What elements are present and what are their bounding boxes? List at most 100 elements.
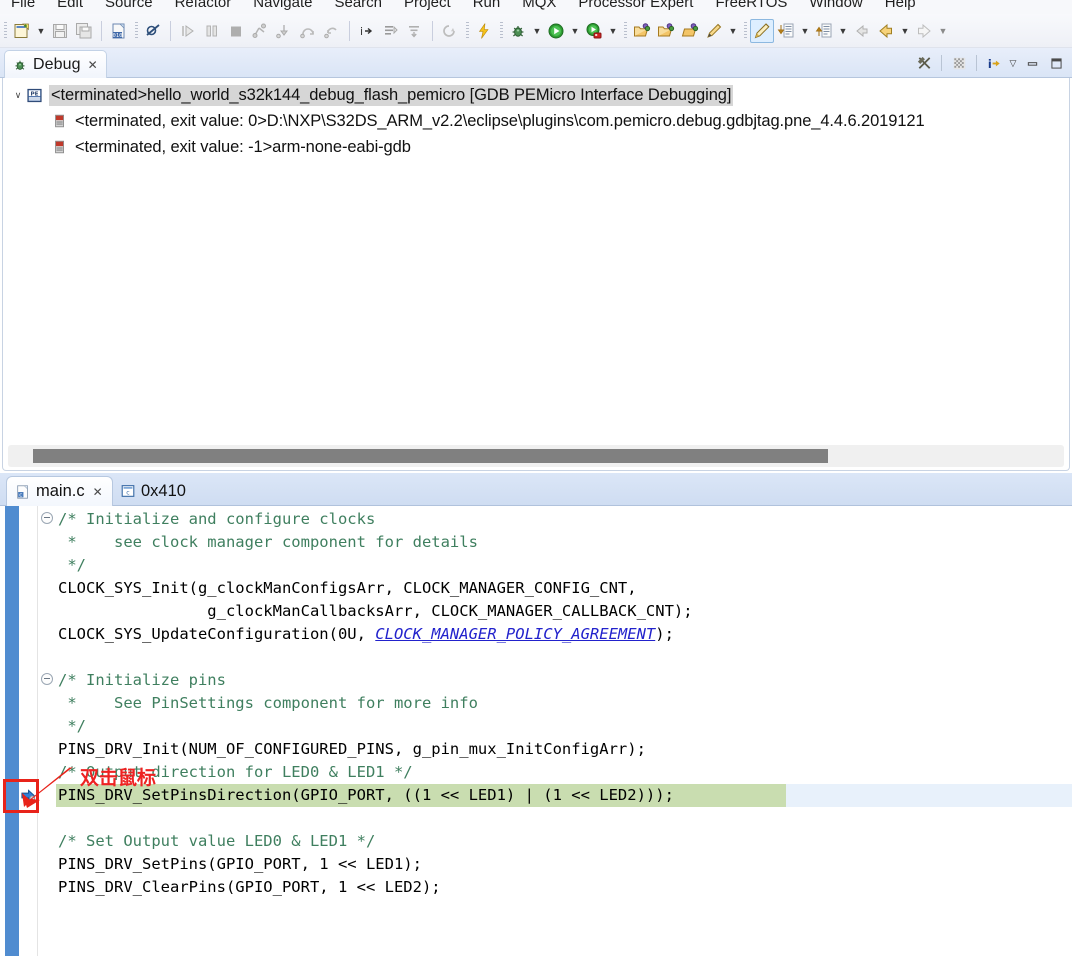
external-tools-dropdown-arrow[interactable]: ▼ <box>606 19 620 43</box>
svg-text:i: i <box>987 56 991 70</box>
close-icon[interactable]: ✕ <box>93 486 103 498</box>
menu-item-edit[interactable]: Edit <box>46 0 94 14</box>
editor-tab-label: main.c <box>36 482 85 500</box>
toolbar-separator <box>170 20 171 41</box>
editor-tabbar: c main.c ✕ c 0x410 <box>0 473 1072 506</box>
open-folder2-icon[interactable] <box>654 19 678 43</box>
skip-breakpoints-icon[interactable] <box>141 19 165 43</box>
source-code-text[interactable]: /* Initialize and configure clocks * see… <box>0 506 1072 956</box>
code-token: PINS_DRV_ClearPins(GPIO_PORT, 1 << LED2)… <box>58 878 441 896</box>
new-file-icon[interactable] <box>10 19 34 43</box>
toolbar-grip[interactable] <box>4 21 7 40</box>
pencil-dropdown-arrow[interactable]: ▼ <box>726 19 740 43</box>
back-grey-icon <box>850 19 874 43</box>
tree-row[interactable]: ∨ PE <terminated>hello_world_s32k144_deb… <box>0 82 1072 108</box>
open-folder3-icon[interactable] <box>678 19 702 43</box>
pemicro-launch-icon: PE <box>26 87 44 104</box>
tree-row-label: <terminated>hello_world_s32k144_debug_fl… <box>49 84 734 106</box>
back-dropdown-arrow[interactable]: ▼ <box>898 19 912 43</box>
code-editor[interactable]: /* Initialize and configure clocks * see… <box>0 506 1072 956</box>
debug-horizontal-scrollbar[interactable] <box>8 445 1064 467</box>
menu-item-navigate[interactable]: Navigate <box>242 0 323 14</box>
menu-bar: File Edit Source Refactor Navigate Searc… <box>0 0 1072 14</box>
open-folder-icon[interactable] <box>630 19 654 43</box>
code-line: CLOCK_SYS_UpdateConfiguration(0U, CLOCK_… <box>58 623 674 646</box>
tree-row[interactable]: <terminated, exit value: -1>arm-none-eab… <box>0 134 1072 160</box>
highlight-pencil-icon[interactable] <box>750 18 774 43</box>
maximize-icon[interactable] <box>1044 51 1068 75</box>
code-line: PINS_DRV_ClearPins(GPIO_PORT, 1 << LED2)… <box>58 876 441 899</box>
back-icon[interactable] <box>874 19 898 43</box>
toolbar-grip[interactable] <box>624 21 627 40</box>
toolbar-grip[interactable] <box>744 21 747 40</box>
debug-icon[interactable] <box>506 19 530 43</box>
toolbar-grip[interactable] <box>135 21 138 40</box>
run-fast-icon[interactable] <box>472 19 496 43</box>
new-dropdown-arrow[interactable]: ▼ <box>34 19 48 43</box>
build-icon[interactable]: 010 <box>107 19 131 43</box>
menu-item-mqx[interactable]: MQX <box>511 0 567 14</box>
view-menu-info-icon[interactable]: i <box>982 51 1006 75</box>
tab-disassembly-0x410[interactable]: c 0x410 <box>112 476 195 506</box>
debug-view: Debug ✕ i ▽ ∨ PE <terminated>hello_world… <box>0 48 1072 473</box>
save-icon <box>48 19 72 43</box>
step-return-icon <box>320 19 344 43</box>
toolbar-grip[interactable] <box>466 21 469 40</box>
menu-item-project[interactable]: Project <box>393 0 462 14</box>
refresh-icon <box>438 19 462 43</box>
menu-item-file[interactable]: File <box>0 0 46 14</box>
debug-dropdown-arrow[interactable]: ▼ <box>530 19 544 43</box>
code-token: ); <box>655 625 674 643</box>
remove-all-terminated-icon[interactable] <box>912 51 936 75</box>
code-token: * see clock manager component for detail… <box>58 533 478 551</box>
code-line: /* Initialize pins <box>58 669 226 692</box>
minimize-icon[interactable] <box>1020 51 1044 75</box>
menu-item-run[interactable]: Run <box>462 0 512 14</box>
previous-annotation-dropdown-arrow[interactable]: ▼ <box>836 19 850 43</box>
code-token: CLOCK_SYS_Init(g_clockManConfigsArr, CLO… <box>58 579 637 597</box>
editor-area: c main.c ✕ c 0x410 /* Initialize and con… <box>0 473 1072 956</box>
tab-label: Debug <box>33 55 81 73</box>
instruction-stepping-icon[interactable]: i <box>355 19 379 43</box>
process-terminated-icon <box>52 113 70 129</box>
code-line: */ <box>58 554 86 577</box>
run-green-icon[interactable] <box>544 19 568 43</box>
toolbar-grip[interactable] <box>500 21 503 40</box>
code-line: PINS_DRV_Init(NUM_OF_CONFIGURED_PINS, g_… <box>58 738 646 761</box>
forward-dropdown-arrow[interactable]: ▼ <box>936 19 950 43</box>
code-line: PINS_DRV_SetPins(GPIO_PORT, 1 << LED1); <box>58 853 422 876</box>
close-icon[interactable]: ✕ <box>88 59 98 71</box>
scrollbar-thumb[interactable] <box>33 449 828 463</box>
tree-row-label: <terminated, exit value: -1>arm-none-eab… <box>75 137 411 156</box>
menu-item-source[interactable]: Source <box>94 0 164 14</box>
debug-session-tree[interactable]: ∨ PE <terminated>hello_world_s32k144_deb… <box>0 78 1072 443</box>
tab-debug[interactable]: Debug ✕ <box>4 50 107 78</box>
external-tools-icon[interactable] <box>582 19 606 43</box>
code-token: * See PinSettings component for more inf… <box>58 694 478 712</box>
code-token: g_clockManCallbacksArr, CLOCK_MANAGER_CA… <box>58 602 693 620</box>
next-annotation-dropdown-arrow[interactable]: ▼ <box>798 19 812 43</box>
previous-annotation-icon[interactable] <box>812 19 836 43</box>
c-file-icon: c <box>15 484 31 500</box>
toolbar-separator <box>976 55 977 71</box>
next-annotation-icon[interactable] <box>774 19 798 43</box>
svg-text:010: 010 <box>113 33 123 39</box>
chevron-down-icon[interactable]: ∨ <box>10 90 26 101</box>
code-line: g_clockManCallbacksArr, CLOCK_MANAGER_CA… <box>58 600 693 623</box>
menu-item-freertos[interactable]: FreeRTOS <box>704 0 798 14</box>
disconnect-icon <box>248 19 272 43</box>
tree-row[interactable]: <terminated, exit value: 0>D:\NXP\S32DS_… <box>0 108 1072 134</box>
code-token: PINS_DRV_Init(NUM_OF_CONFIGURED_PINS, g_… <box>58 740 646 758</box>
menu-item-processor-expert[interactable]: Processor Expert <box>567 0 704 14</box>
tree-row-label: <terminated, exit value: 0>D:\NXP\S32DS_… <box>75 111 925 130</box>
menu-item-help[interactable]: Help <box>874 0 927 14</box>
menu-item-search[interactable]: Search <box>323 0 393 14</box>
tab-main-c[interactable]: c main.c ✕ <box>6 476 113 506</box>
pencil-icon[interactable] <box>702 19 726 43</box>
run-dropdown-arrow[interactable]: ▼ <box>568 19 582 43</box>
menu-item-window[interactable]: Window <box>798 0 873 14</box>
menu-item-refactor[interactable]: Refactor <box>164 0 243 14</box>
use-step-filters-icon <box>403 19 427 43</box>
svg-text:i: i <box>360 25 363 38</box>
view-menu-chevron-icon[interactable]: ▽ <box>1006 51 1020 75</box>
